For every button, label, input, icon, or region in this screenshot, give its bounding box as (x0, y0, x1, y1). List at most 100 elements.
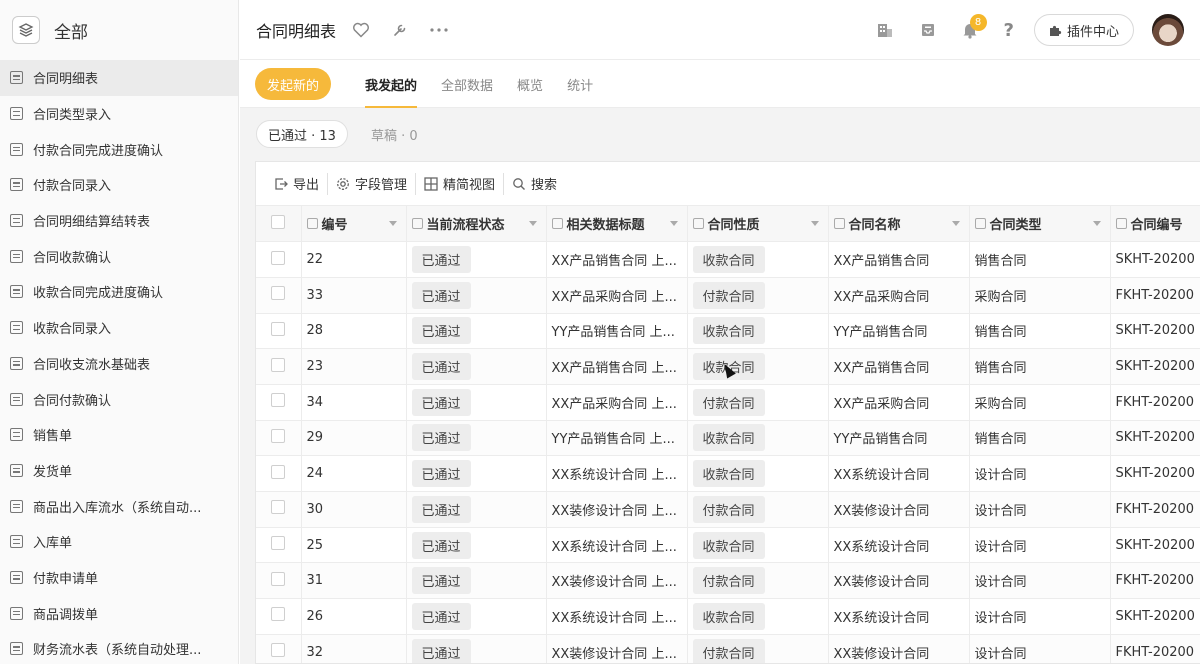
tab-all-data[interactable]: 全部数据 (441, 61, 493, 108)
cell-status[interactable]: 已通过 (406, 491, 547, 528)
table-row[interactable]: 34 已通过 XX产品采购合同 上... 付款合同 XX产品采购合同 采购合同 FKHT-2… (256, 384, 1200, 421)
cell-id[interactable]: 26 (301, 598, 407, 635)
cell-type[interactable]: 设计合同 (969, 562, 1111, 600)
table-row[interactable]: 33 已通过 XX产品采购合同 上... 付款合同 XX产品采购合同 采购合同 FKHT-2… (256, 277, 1200, 314)
cell-nature[interactable]: 收款合同 (687, 241, 829, 278)
cell-nature[interactable]: 收款合同 (687, 420, 829, 457)
cell-code[interactable]: SKHT-20200 (1110, 598, 1200, 635)
cell-status[interactable]: 已通过 (406, 527, 547, 564)
cell-title[interactable]: XX系统设计合同 上... (546, 455, 688, 492)
cell-title[interactable]: XX系统设计合同 上... (546, 527, 688, 564)
cell-type[interactable]: 采购合同 (969, 384, 1111, 421)
sidebar-item[interactable]: 合同明细表 (0, 60, 238, 96)
cell-code[interactable]: FKHT-20200 (1110, 562, 1200, 600)
filter-draft[interactable]: 草稿 · 0 (360, 120, 429, 148)
cell-code[interactable]: FKHT-20200 (1110, 277, 1200, 314)
tab-my-submissions[interactable]: 我发起的 (365, 61, 418, 108)
cell-title[interactable]: XX系统设计合同 上... (546, 598, 688, 635)
column-header[interactable]: 相关数据标题 (546, 206, 688, 243)
cell-title[interactable]: XX产品销售合同 上... (546, 348, 688, 385)
building-icon[interactable] (876, 21, 894, 39)
cell-name[interactable]: XX系统设计合同 (828, 527, 970, 564)
sidebar-item[interactable]: 入库单 (0, 524, 238, 560)
row-checkbox[interactable] (271, 571, 286, 586)
new-submission-button[interactable]: 发起新的 (255, 68, 332, 100)
chevron-down-icon[interactable] (1092, 221, 1101, 227)
cell-title[interactable]: XX装修设计合同 上... (546, 562, 688, 600)
cell-status[interactable]: 已通过 (406, 562, 547, 600)
cell-code[interactable]: SKHT-20200 (1110, 527, 1200, 564)
cell-status[interactable]: 已通过 (406, 313, 547, 350)
cell-type[interactable]: 设计合同 (969, 634, 1111, 663)
sidebar-item[interactable]: 合同收支流水基础表 (0, 346, 238, 382)
inbox-icon[interactable] (920, 22, 936, 38)
cell-name[interactable]: XX装修设计合同 (828, 491, 970, 528)
sidebar-item[interactable]: 付款合同完成进度确认 (0, 131, 238, 167)
cell-type[interactable]: 销售合同 (969, 313, 1111, 350)
cell-title[interactable]: XX产品采购合同 上... (546, 277, 688, 314)
cell-id[interactable]: 23 (301, 348, 407, 385)
sidebar-item[interactable]: 商品调拨单 (0, 595, 238, 631)
field-management-button[interactable]: 字段管理 (327, 172, 415, 195)
tab-statistics[interactable]: 统计 (567, 61, 593, 108)
column-header[interactable]: 当前流程状态 (406, 206, 547, 243)
chevron-down-icon[interactable] (669, 221, 678, 227)
row-checkbox[interactable] (271, 464, 286, 479)
cell-type[interactable]: 设计合同 (969, 598, 1111, 635)
cell-name[interactable]: XX装修设计合同 (828, 562, 970, 600)
cell-id[interactable]: 32 (301, 634, 407, 663)
row-checkbox[interactable] (271, 357, 286, 372)
row-checkbox[interactable] (271, 607, 286, 622)
column-header[interactable]: 合同名称 (828, 206, 970, 243)
cell-id[interactable]: 34 (301, 384, 407, 421)
cell-name[interactable]: XX产品采购合同 (828, 277, 970, 314)
select-all-checkbox[interactable] (271, 214, 286, 229)
cell-status[interactable]: 已通过 (406, 634, 547, 663)
avatar[interactable] (1152, 14, 1184, 46)
cell-name[interactable]: XX装修设计合同 (828, 634, 970, 663)
cell-type[interactable]: 销售合同 (969, 420, 1111, 457)
row-checkbox[interactable] (271, 321, 286, 336)
sidebar-item[interactable]: 收款合同完成进度确认 (0, 274, 238, 310)
cell-type[interactable]: 销售合同 (969, 241, 1111, 278)
cell-id[interactable]: 22 (301, 241, 407, 278)
layers-icon[interactable] (12, 16, 40, 44)
cell-title[interactable]: XX装修设计合同 上... (546, 491, 688, 528)
cell-id[interactable]: 31 (301, 562, 407, 600)
chevron-down-icon[interactable] (951, 221, 960, 227)
cell-nature[interactable]: 付款合同 (687, 562, 829, 600)
column-header[interactable]: 合同类型 (969, 206, 1111, 243)
cell-name[interactable]: XX系统设计合同 (828, 455, 970, 492)
cell-id[interactable]: 33 (301, 277, 407, 314)
sidebar-item[interactable]: 合同明细结算结转表 (0, 203, 238, 239)
cell-nature[interactable]: 付款合同 (687, 634, 829, 663)
row-checkbox[interactable] (271, 643, 286, 658)
row-checkbox[interactable] (271, 428, 286, 443)
sidebar-item[interactable]: 合同类型录入 (0, 96, 238, 132)
cell-status[interactable]: 已通过 (406, 384, 547, 421)
cell-name[interactable]: XX产品销售合同 (828, 348, 970, 385)
table-row[interactable]: 28 已通过 YY产品销售合同 上... 收款合同 YY产品销售合同 销售合同 SKHT-2… (256, 313, 1200, 350)
cell-status[interactable]: 已通过 (406, 241, 547, 278)
row-checkbox[interactable] (271, 250, 286, 265)
cell-status[interactable]: 已通过 (406, 420, 547, 457)
cell-name[interactable]: XX产品销售合同 (828, 241, 970, 278)
cell-code[interactable]: SKHT-20200 (1110, 455, 1200, 492)
cell-name[interactable]: YY产品销售合同 (828, 420, 970, 457)
sidebar-item[interactable]: 收款合同录入 (0, 310, 238, 346)
cell-title[interactable]: YY产品销售合同 上... (546, 313, 688, 350)
heart-icon[interactable] (352, 22, 370, 38)
table-row[interactable]: 26 已通过 XX系统设计合同 上... 收款合同 XX系统设计合同 设计合同 SKHT-2… (256, 598, 1200, 635)
cell-status[interactable]: 已通过 (406, 348, 547, 385)
table-row[interactable]: 30 已通过 XX装修设计合同 上... 付款合同 XX装修设计合同 设计合同 FKHT-2… (256, 491, 1200, 528)
cell-status[interactable]: 已通过 (406, 455, 547, 492)
table-row[interactable]: 24 已通过 XX系统设计合同 上... 收款合同 XX系统设计合同 设计合同 SKHT-2… (256, 455, 1200, 492)
table-row[interactable]: 31 已通过 XX装修设计合同 上... 付款合同 XX装修设计合同 设计合同 FKHT-2… (256, 562, 1200, 600)
sidebar-item[interactable]: 财务流水表（系统自动处理... (0, 631, 238, 664)
column-header[interactable]: 合同编号 (1110, 206, 1200, 243)
chevron-down-icon[interactable] (528, 221, 537, 227)
cell-type[interactable]: 销售合同 (969, 348, 1111, 385)
column-header[interactable]: 编号 (301, 206, 407, 243)
cell-status[interactable]: 已通过 (406, 277, 547, 314)
help-icon[interactable]: ? (1004, 20, 1014, 41)
